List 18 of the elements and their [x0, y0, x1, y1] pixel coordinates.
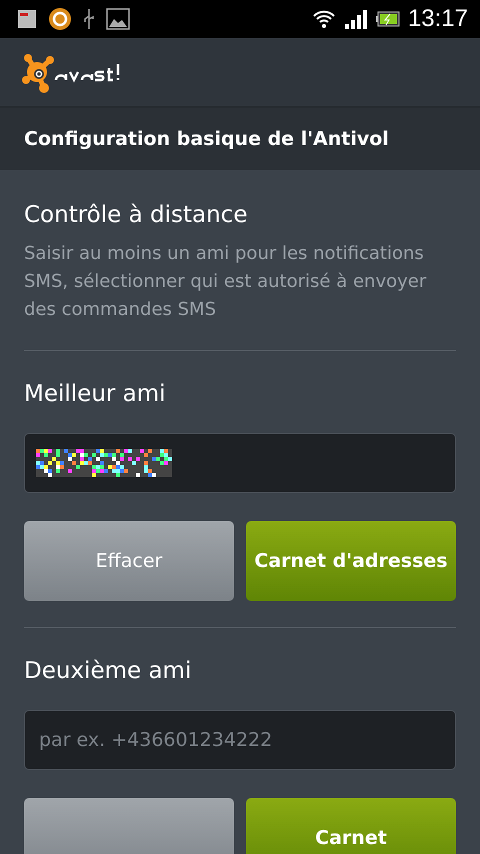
app-icon — [48, 7, 72, 31]
section-description: Saisir au moins un ami pour les notifications SMS, sélectionner qui est autorisé à envoyer des commandes SMS — [24, 242, 428, 322]
address-book-button[interactable]: Carnet d'adresses — [246, 521, 456, 601]
clock: 13:17 — [408, 5, 468, 33]
phone-field[interactable]: par ex. +436601234222 — [24, 710, 456, 770]
address-book-button[interactable]: Carnet — [246, 798, 456, 854]
battery-icon — [376, 11, 400, 27]
app-icon — [18, 10, 36, 28]
section-heading: Contrôle à distance — [24, 202, 248, 228]
screen-title: Configuration basique de l'Antivol — [24, 128, 389, 150]
image-icon — [106, 8, 130, 30]
usb-icon — [84, 8, 94, 30]
friend-label: Deuxième ami — [24, 658, 192, 684]
phone-field[interactable] — [24, 433, 456, 493]
friend-label: Meilleur ami — [24, 381, 167, 407]
clear-button[interactable]: Effacer — [24, 521, 234, 601]
signal-icon — [344, 9, 368, 29]
wifi-icon — [312, 9, 336, 29]
